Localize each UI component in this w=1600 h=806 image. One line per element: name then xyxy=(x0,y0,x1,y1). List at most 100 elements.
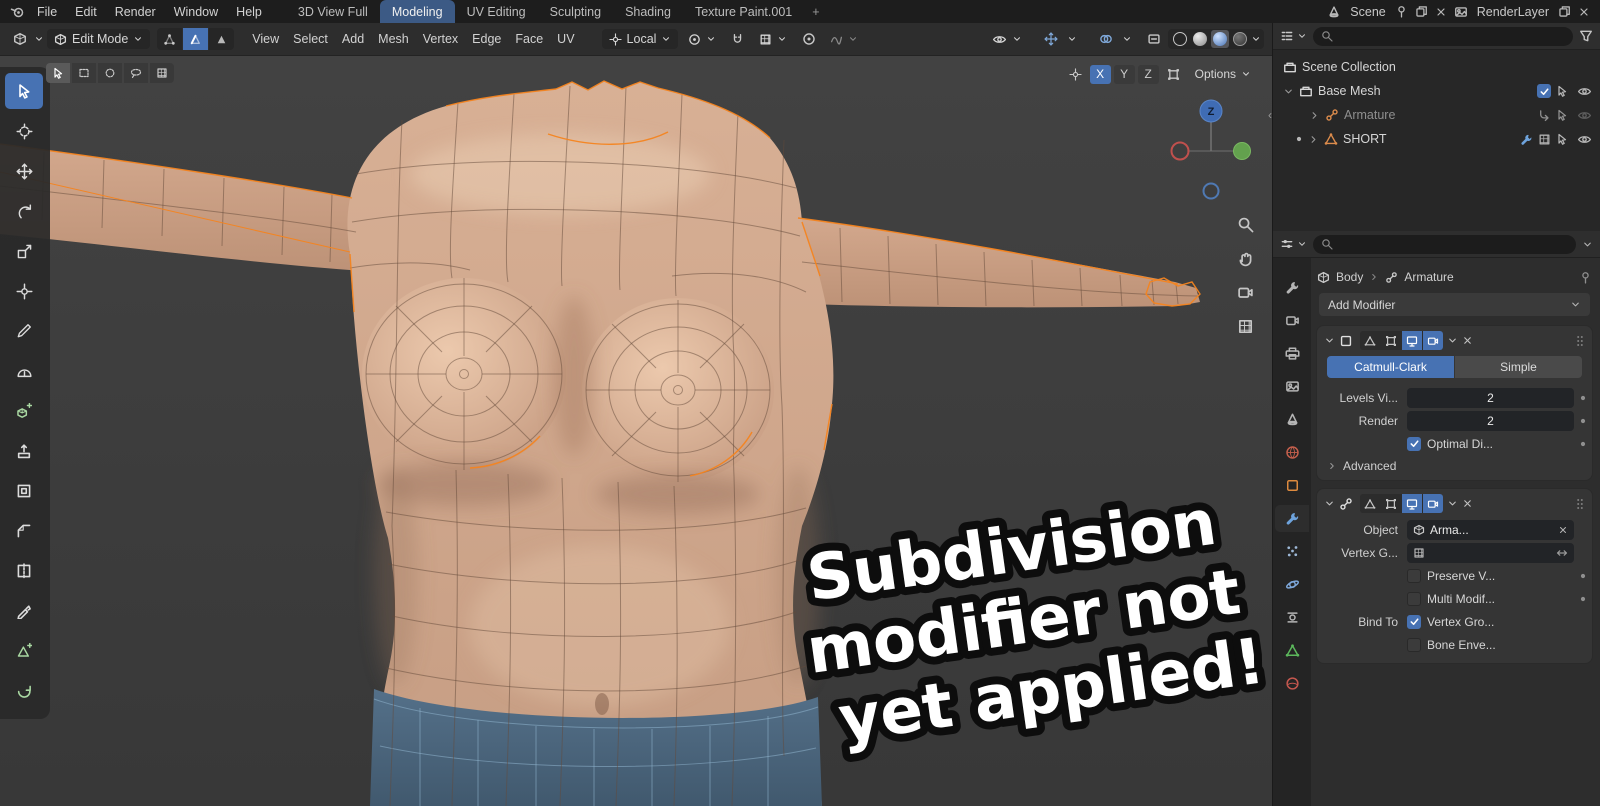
tab-object[interactable] xyxy=(1275,472,1309,499)
tool-poly-build[interactable] xyxy=(5,633,43,669)
shading-rendered-button[interactable] xyxy=(1231,30,1249,48)
menu-view[interactable]: View xyxy=(245,29,286,49)
breadcrumb-object[interactable]: Body xyxy=(1336,270,1363,284)
add-workspace-button[interactable]: + xyxy=(804,0,827,23)
axis-z-button[interactable]: Z xyxy=(1137,64,1159,84)
mode-dropdown[interactable]: Edit Mode xyxy=(47,29,151,49)
axis-x-button[interactable]: X xyxy=(1089,64,1111,84)
tool-inset-faces[interactable] xyxy=(5,473,43,509)
tab-render[interactable] xyxy=(1275,307,1309,334)
selectable-icon[interactable] xyxy=(1556,133,1568,145)
menu-help[interactable]: Help xyxy=(228,3,270,21)
tool-extrude-region[interactable] xyxy=(5,433,43,469)
preserve-volume-checkbox[interactable] xyxy=(1407,568,1421,583)
select-extend-button[interactable] xyxy=(150,63,174,83)
tab-object-data[interactable] xyxy=(1275,637,1309,664)
outliner-row-base-mesh[interactable]: Base Mesh xyxy=(1273,79,1600,103)
outliner-filter-button[interactable] xyxy=(1579,29,1593,43)
menu-face[interactable]: Face xyxy=(508,29,550,49)
render-display-toggle[interactable] xyxy=(1423,331,1443,350)
drag-handle-icon[interactable] xyxy=(1575,497,1585,511)
pivot-point-dropdown[interactable] xyxy=(681,30,723,49)
edit-mode-display-toggle[interactable] xyxy=(1360,331,1380,350)
panel-expand-icon[interactable] xyxy=(1324,498,1335,509)
editor-type-button[interactable] xyxy=(8,28,31,50)
tab-sculpting[interactable]: Sculpting xyxy=(538,0,613,23)
snap-toggle[interactable] xyxy=(726,28,749,50)
pin-icon[interactable] xyxy=(1579,271,1592,284)
sidebar-collapse-arrow[interactable]: ‹ xyxy=(1268,108,1272,122)
gizmo-y-ball[interactable] xyxy=(1233,142,1251,160)
selectable-icon[interactable] xyxy=(1556,109,1568,121)
gizmo-z-label[interactable]: Z xyxy=(1208,106,1215,118)
clear-object-icon[interactable] xyxy=(1558,525,1568,535)
tool-transform[interactable] xyxy=(5,273,43,309)
levels-render-field[interactable]: 2 xyxy=(1407,410,1574,431)
axis-y-button[interactable]: Y xyxy=(1113,64,1135,84)
vertex-select-button[interactable] xyxy=(157,28,183,50)
face-select-button[interactable] xyxy=(209,28,235,50)
transform-orientation-dropdown[interactable]: Local xyxy=(601,29,679,49)
menu-uv[interactable]: UV xyxy=(550,29,581,49)
tab-world[interactable] xyxy=(1275,439,1309,466)
levels-viewport-field[interactable]: 2 xyxy=(1407,387,1574,408)
keyframe-dot-icon[interactable] xyxy=(1579,394,1587,402)
select-tweak-button[interactable] xyxy=(46,63,70,83)
tab-output[interactable] xyxy=(1275,340,1309,367)
snap-grid-icon[interactable] xyxy=(1162,63,1185,85)
tool-knife[interactable] xyxy=(5,593,43,629)
modifier-extras-icon[interactable] xyxy=(1447,498,1458,509)
shading-solid-button[interactable] xyxy=(1191,30,1209,48)
chevron-down-icon[interactable] xyxy=(1582,239,1593,250)
pin-icon[interactable] xyxy=(1393,5,1410,18)
modifier-header[interactable] xyxy=(1317,326,1592,355)
disclosure-closed-icon[interactable] xyxy=(1309,110,1320,121)
close-icon[interactable] xyxy=(1462,335,1473,346)
panel-expand-icon[interactable] xyxy=(1324,335,1335,346)
view-layer-icon[interactable] xyxy=(1452,5,1470,19)
viewport-display-toggle[interactable] xyxy=(1402,494,1422,513)
tab-tool[interactable] xyxy=(1275,274,1309,301)
menu-window[interactable]: Window xyxy=(166,3,226,21)
gizmo-negz-ball[interactable] xyxy=(1202,182,1220,200)
tool-scale[interactable] xyxy=(5,233,43,269)
shading-material-button[interactable] xyxy=(1211,30,1229,48)
selectable-icon[interactable] xyxy=(1556,85,1568,97)
tool-loop-cut[interactable] xyxy=(5,553,43,589)
menu-add[interactable]: Add xyxy=(335,29,371,49)
outliner-row-scene-collection[interactable]: Scene Collection xyxy=(1273,55,1600,79)
new-scene-icon[interactable] xyxy=(1413,5,1430,18)
camera-view-button[interactable] xyxy=(1237,284,1254,301)
navigation-gizmo[interactable]: Z xyxy=(1166,94,1256,217)
drag-handle-icon[interactable] xyxy=(1575,334,1585,348)
outliner-editor-type-button[interactable] xyxy=(1280,29,1307,43)
keyframe-dot-icon[interactable] xyxy=(1579,440,1587,448)
tool-rotate[interactable] xyxy=(5,193,43,229)
menu-edit[interactable]: Edit xyxy=(67,3,105,21)
viewport-canvas[interactable] xyxy=(0,56,1272,806)
xray-toggle[interactable] xyxy=(1142,28,1165,50)
select-circle-button[interactable] xyxy=(98,63,122,83)
menu-edge[interactable]: Edge xyxy=(465,29,508,49)
menu-select[interactable]: Select xyxy=(286,29,335,49)
eye-icon[interactable] xyxy=(1577,109,1592,122)
overlays-dropdown[interactable] xyxy=(1087,25,1139,53)
catmull-clark-button[interactable]: Catmull-Clark xyxy=(1327,356,1454,378)
modifier-header[interactable] xyxy=(1317,489,1592,518)
ortho-toggle-button[interactable] xyxy=(1237,318,1254,335)
new-view-layer-icon[interactable] xyxy=(1556,5,1573,18)
eye-icon[interactable] xyxy=(1577,133,1592,146)
tool-measure[interactable] xyxy=(5,353,43,389)
keyframe-dot-icon[interactable] xyxy=(1579,595,1587,603)
keyframe-dot-icon[interactable] xyxy=(1579,417,1587,425)
properties-editor-type-button[interactable] xyxy=(1280,237,1307,251)
bind-vertex-groups-checkbox[interactable] xyxy=(1407,614,1421,629)
tab-uv-editing[interactable]: UV Editing xyxy=(455,0,538,23)
visibility-dropdown[interactable] xyxy=(985,30,1029,49)
blender-logo-icon[interactable] xyxy=(8,4,27,19)
options-dropdown[interactable]: Options xyxy=(1188,65,1258,83)
menu-mesh[interactable]: Mesh xyxy=(371,29,416,49)
outliner-row-short[interactable]: SHORT xyxy=(1273,127,1600,151)
properties-search-input[interactable] xyxy=(1313,234,1576,254)
outliner-search-input[interactable] xyxy=(1313,26,1573,46)
